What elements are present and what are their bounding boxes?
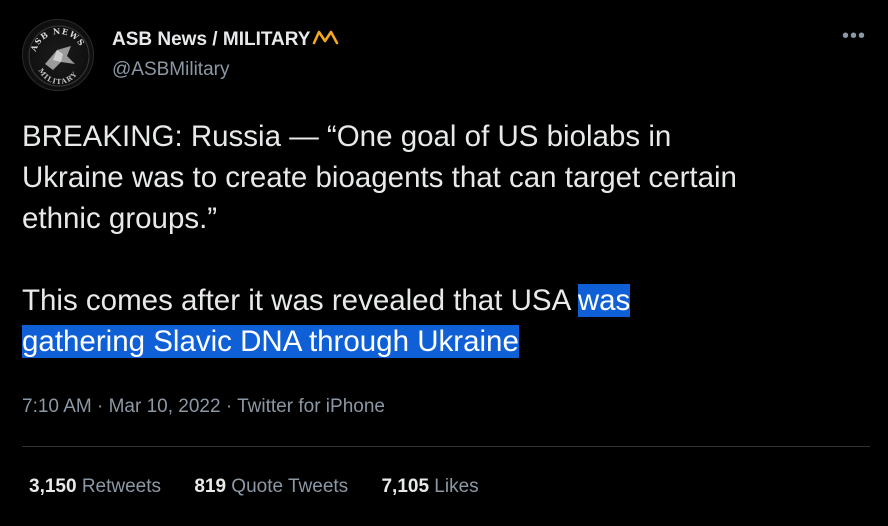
tweet-line: gathering Slavic DNA through Ukraine: [22, 321, 882, 362]
tweet-line: Ukraine was to create bioagents that can…: [22, 161, 737, 194]
svg-text:ASB NEWS: ASB NEWS: [28, 26, 87, 54]
selected-text[interactable]: gathering Slavic DNA through Ukraine: [22, 325, 519, 358]
svg-text:MILITARY: MILITARY: [36, 66, 79, 86]
tweet-source[interactable]: Twitter for iPhone: [237, 396, 385, 417]
tweet-date[interactable]: Mar 10, 2022: [109, 396, 221, 417]
tweet-line: ethnic groups.”: [22, 202, 218, 235]
avatar[interactable]: ASB NEWS MILITARY: [22, 19, 94, 91]
quote-tweets-count: 819: [194, 476, 227, 497]
tweet-stats: 3,150 Retweets 819 Quote Tweets 7,105 Li…: [29, 476, 507, 498]
tweet-text-plain: This comes after it was revealed that US…: [22, 284, 578, 317]
meta-separator: ·: [220, 396, 238, 417]
author-display-name[interactable]: ASB News / MILITARY: [112, 29, 310, 51]
tweet-meta: 7:10 AM · Mar 10, 2022 · Twitter for iPh…: [22, 396, 385, 418]
author-handle[interactable]: @ASBMilitary: [112, 59, 340, 81]
more-horizontal-icon[interactable]: •••: [842, 25, 866, 48]
meta-separator: ·: [91, 396, 109, 417]
crown-emblem-icon: [312, 29, 340, 50]
avatar-text-top: ASB NEWS: [28, 26, 86, 54]
retweets-label: Retweets: [81, 476, 162, 497]
selected-text[interactable]: was: [577, 284, 631, 317]
retweets-stat[interactable]: 3,150 Retweets: [29, 476, 161, 498]
avatar-text-bottom: MILITARY: [36, 66, 78, 86]
quote-tweets-label: Quote Tweets: [231, 476, 349, 497]
author-name-block: ASB News / MILITARY @ASBMilitary: [112, 29, 340, 81]
likes-stat[interactable]: 7,105 Likes: [381, 476, 478, 498]
quote-tweets-stat[interactable]: 819 Quote Tweets: [194, 476, 348, 498]
divider: [22, 446, 870, 447]
tweet-time[interactable]: 7:10 AM: [22, 396, 92, 417]
likes-label: Likes: [434, 476, 479, 497]
likes-count: 7,105: [381, 476, 430, 497]
retweets-count: 3,150: [29, 476, 77, 497]
tweet-text: BREAKING: Russia — “One goal of US biola…: [22, 116, 882, 362]
tweet-line: This comes after it was revealed that US…: [22, 280, 882, 321]
avatar-logo-icon: ASB NEWS MILITARY: [28, 25, 90, 87]
tweet-header: ASB NEWS MILITARY ASB News / MILITARY @A…: [22, 19, 872, 91]
tweet-line: BREAKING: Russia — “One goal of US biola…: [22, 120, 672, 153]
